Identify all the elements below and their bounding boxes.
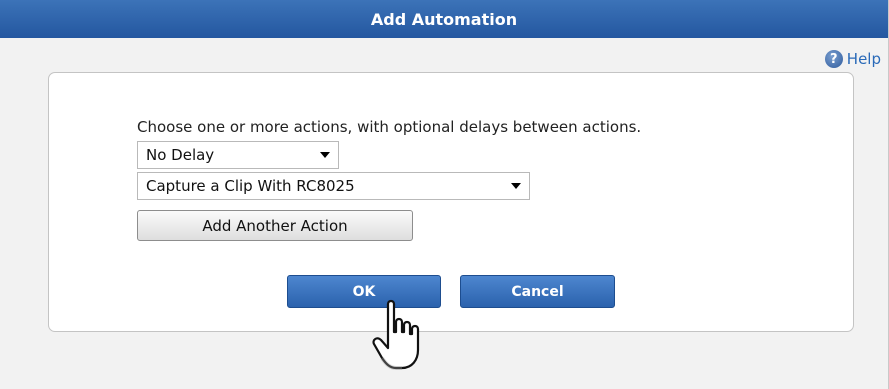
dropdown-arrow-icon (320, 152, 330, 158)
action-select[interactable]: Capture a Clip With RC8025 (137, 172, 530, 200)
cancel-button[interactable]: Cancel (460, 275, 615, 308)
help-link[interactable]: ? Help (824, 48, 881, 70)
dialog-title-bar: Add Automation (0, 0, 888, 38)
help-icon: ? (824, 50, 843, 68)
add-automation-dialog: Add Automation ? Help Choose one or more… (0, 0, 889, 389)
dialog-title: Add Automation (370, 9, 518, 29)
instructions-text: Choose one or more actions, with optiona… (137, 118, 642, 136)
help-label: Help (846, 50, 881, 68)
hand-pointer-cursor-icon (372, 299, 420, 370)
action-select-value: Capture a Clip With RC8025 (146, 177, 355, 195)
content-panel (48, 72, 854, 332)
delay-select[interactable]: No Delay (137, 141, 339, 169)
add-another-action-button[interactable]: Add Another Action (137, 210, 413, 241)
delay-select-value: No Delay (146, 146, 215, 164)
dropdown-arrow-icon (511, 183, 521, 189)
